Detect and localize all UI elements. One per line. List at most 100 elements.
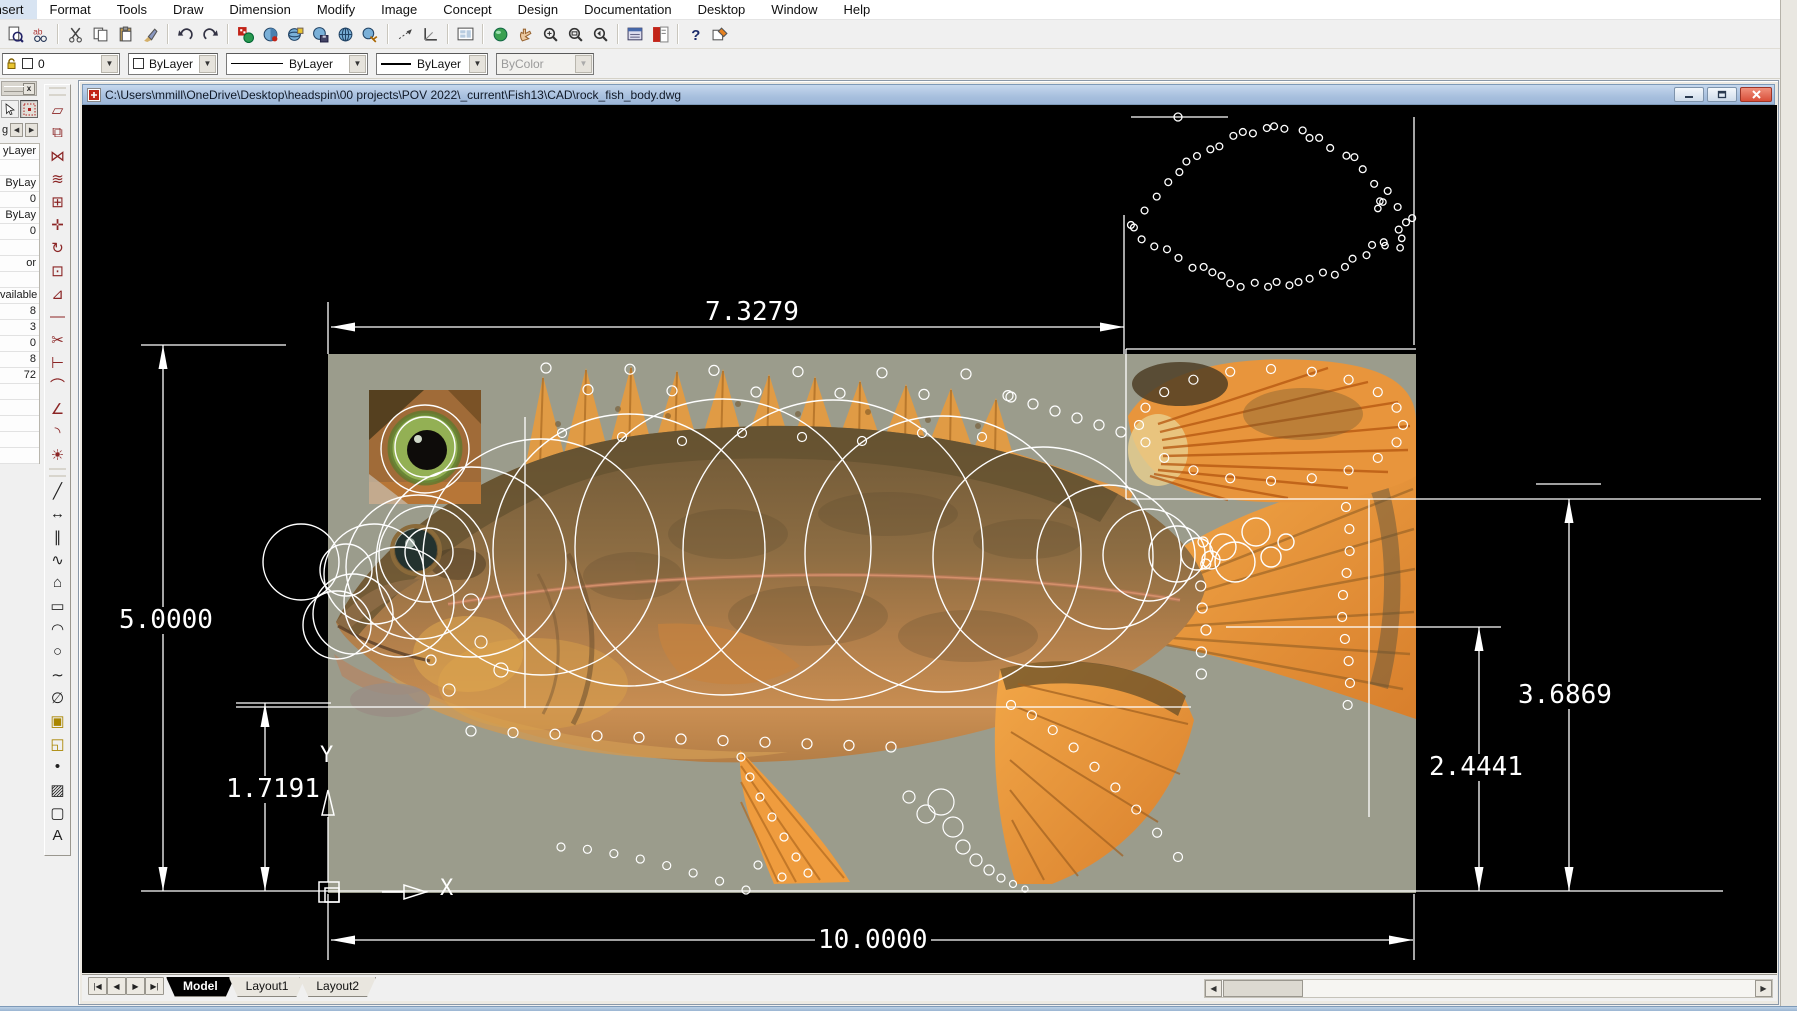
region-icon[interactable]: ▢	[46, 801, 69, 824]
measure-icon[interactable]	[394, 23, 417, 46]
zoom-window-icon[interactable]	[564, 23, 587, 46]
lengthen-icon[interactable]: ―	[46, 305, 69, 328]
linetype-combo[interactable]: ByLayer ▼	[226, 53, 368, 75]
linetype-dropdown-arrow[interactable]: ▼	[349, 55, 366, 73]
toolbar-grip[interactable]	[49, 87, 66, 96]
spline-icon[interactable]: ∼	[46, 663, 69, 686]
drawing-canvas[interactable]: 7.3279 5.0000 1.7191 3.6869 2.4441 10.00…	[82, 105, 1777, 973]
erase-icon[interactable]: ▱	[46, 98, 69, 121]
menu-item-desktop[interactable]: Desktop	[685, 0, 759, 20]
palette-close-icon[interactable]: x	[23, 83, 35, 95]
stretch-icon[interactable]: ⊿	[46, 282, 69, 305]
select-tool-button[interactable]	[1, 100, 19, 118]
palette-titlebar[interactable]: x	[1, 81, 37, 96]
menu-item-documentation[interactable]: Documentation	[571, 0, 684, 20]
copy-object-icon[interactable]: ⧉	[46, 121, 69, 144]
image-web-icon[interactable]	[334, 23, 357, 46]
color-dropdown-arrow[interactable]: ▼	[199, 55, 216, 73]
color-combo[interactable]: ByLayer ▼	[128, 53, 218, 75]
arc-icon[interactable]: ◠	[46, 617, 69, 640]
layer-dialog-icon[interactable]	[624, 23, 647, 46]
pan-hand-icon[interactable]	[514, 23, 537, 46]
chamfer-icon[interactable]: ∠	[46, 397, 69, 420]
trim-icon[interactable]: ✂	[46, 328, 69, 351]
extend-icon[interactable]: ⊢	[46, 351, 69, 374]
tab-nav-next-icon[interactable]: ▶	[126, 977, 145, 995]
image-link-icon[interactable]	[359, 23, 382, 46]
cut-icon[interactable]	[64, 23, 87, 46]
copy-icon[interactable]	[89, 23, 112, 46]
find-icon[interactable]: ab	[29, 23, 52, 46]
ellipse-icon[interactable]: ∅	[46, 686, 69, 709]
tab-layout1[interactable]: Layout1	[229, 977, 306, 997]
drawing-titlebar[interactable]: C:\Users\mmill\OneDrive\Desktop\headspin…	[82, 84, 1775, 105]
render-sphere-icon[interactable]	[489, 23, 512, 46]
polyline-icon[interactable]: ∿	[46, 548, 69, 571]
print-preview-icon[interactable]	[4, 23, 27, 46]
offset-icon[interactable]: ≋	[46, 167, 69, 190]
image-save-icon[interactable]	[309, 23, 332, 46]
scroll-right-icon[interactable]: ▶	[1755, 980, 1772, 997]
menu-item-help[interactable]: Help	[831, 0, 884, 20]
polygon-icon[interactable]: ⌂	[46, 571, 69, 594]
image-insert-icon[interactable]	[234, 23, 257, 46]
tab-model[interactable]: Model	[166, 977, 235, 997]
zoom-previous-icon[interactable]	[589, 23, 612, 46]
menu-item-draw[interactable]: Draw	[160, 0, 216, 20]
toolbar-grip2[interactable]	[49, 468, 66, 477]
tab-nav-prev-icon[interactable]: ◀	[107, 977, 126, 995]
menu-item-window[interactable]: Window	[758, 0, 830, 20]
viewport-icon[interactable]	[454, 23, 477, 46]
axis-tripod-icon[interactable]	[419, 23, 442, 46]
quick-select-button[interactable]	[20, 100, 38, 118]
zoom-realtime-icon[interactable]	[539, 23, 562, 46]
tab-nav-first-icon[interactable]: |◀	[88, 977, 107, 995]
rotate-icon[interactable]: ↻	[46, 236, 69, 259]
content-badge-icon[interactable]	[649, 23, 672, 46]
line-icon[interactable]: ╱	[46, 479, 69, 502]
tab-nav-last-icon[interactable]: ▶|	[145, 977, 164, 995]
redo-icon[interactable]	[199, 23, 222, 46]
express-tools-icon[interactable]	[709, 23, 732, 46]
minimize-button[interactable]	[1674, 87, 1704, 102]
layer-dropdown-arrow[interactable]: ▼	[101, 55, 118, 73]
spin-left-icon[interactable]: ◀	[10, 123, 23, 137]
explode-icon[interactable]: ☀	[46, 443, 69, 466]
spin-right-icon[interactable]: ▶	[25, 123, 38, 137]
make-block-icon[interactable]: ◱	[46, 732, 69, 755]
layer-combo[interactable]: 0 ▼	[2, 53, 120, 75]
scroll-left-icon[interactable]: ◀	[1205, 980, 1222, 997]
multiline-icon[interactable]: ∥	[46, 525, 69, 548]
array-icon[interactable]: ⊞	[46, 190, 69, 213]
lineweight-dropdown-arrow[interactable]: ▼	[469, 55, 486, 73]
restore-button[interactable]	[1707, 87, 1737, 102]
circle-icon[interactable]: ○	[46, 640, 69, 663]
rectangle-icon[interactable]: ▭	[46, 594, 69, 617]
insert-block-icon[interactable]: ▣	[46, 709, 69, 732]
tab-layout2[interactable]: Layout2	[299, 977, 376, 997]
text-icon[interactable]: A	[46, 824, 69, 847]
fillet-icon[interactable]: ◝	[46, 420, 69, 443]
menu-item-format[interactable]: Format	[37, 0, 104, 20]
mirror-icon[interactable]: ⋈	[46, 144, 69, 167]
lineweight-combo[interactable]: ByLayer ▼	[376, 53, 488, 75]
menu-item-design[interactable]: Design	[505, 0, 571, 20]
format-painter-icon[interactable]	[139, 23, 162, 46]
menu-item-concept[interactable]: Concept	[430, 0, 504, 20]
menu-item-dimension[interactable]: Dimension	[216, 0, 303, 20]
menu-item-tools[interactable]: Tools	[104, 0, 160, 20]
menu-item-image[interactable]: Image	[368, 0, 430, 20]
scroll-thumb[interactable]	[1223, 980, 1303, 997]
construction-line-icon[interactable]: ↔	[46, 502, 69, 525]
paste-icon[interactable]	[114, 23, 137, 46]
move-icon[interactable]: ✛	[46, 213, 69, 236]
close-button[interactable]	[1740, 87, 1772, 102]
horizontal-scrollbar[interactable]: ◀ ▶	[1204, 979, 1773, 998]
menu-item-insert[interactable]: Insert	[0, 0, 37, 20]
scale-icon[interactable]: ⊡	[46, 259, 69, 282]
point-icon[interactable]: •	[46, 755, 69, 778]
menu-item-modify[interactable]: Modify	[304, 0, 368, 20]
hatch-icon[interactable]: ▨	[46, 778, 69, 801]
help-icon[interactable]: ?	[684, 23, 707, 46]
image-manager-icon[interactable]	[259, 23, 282, 46]
